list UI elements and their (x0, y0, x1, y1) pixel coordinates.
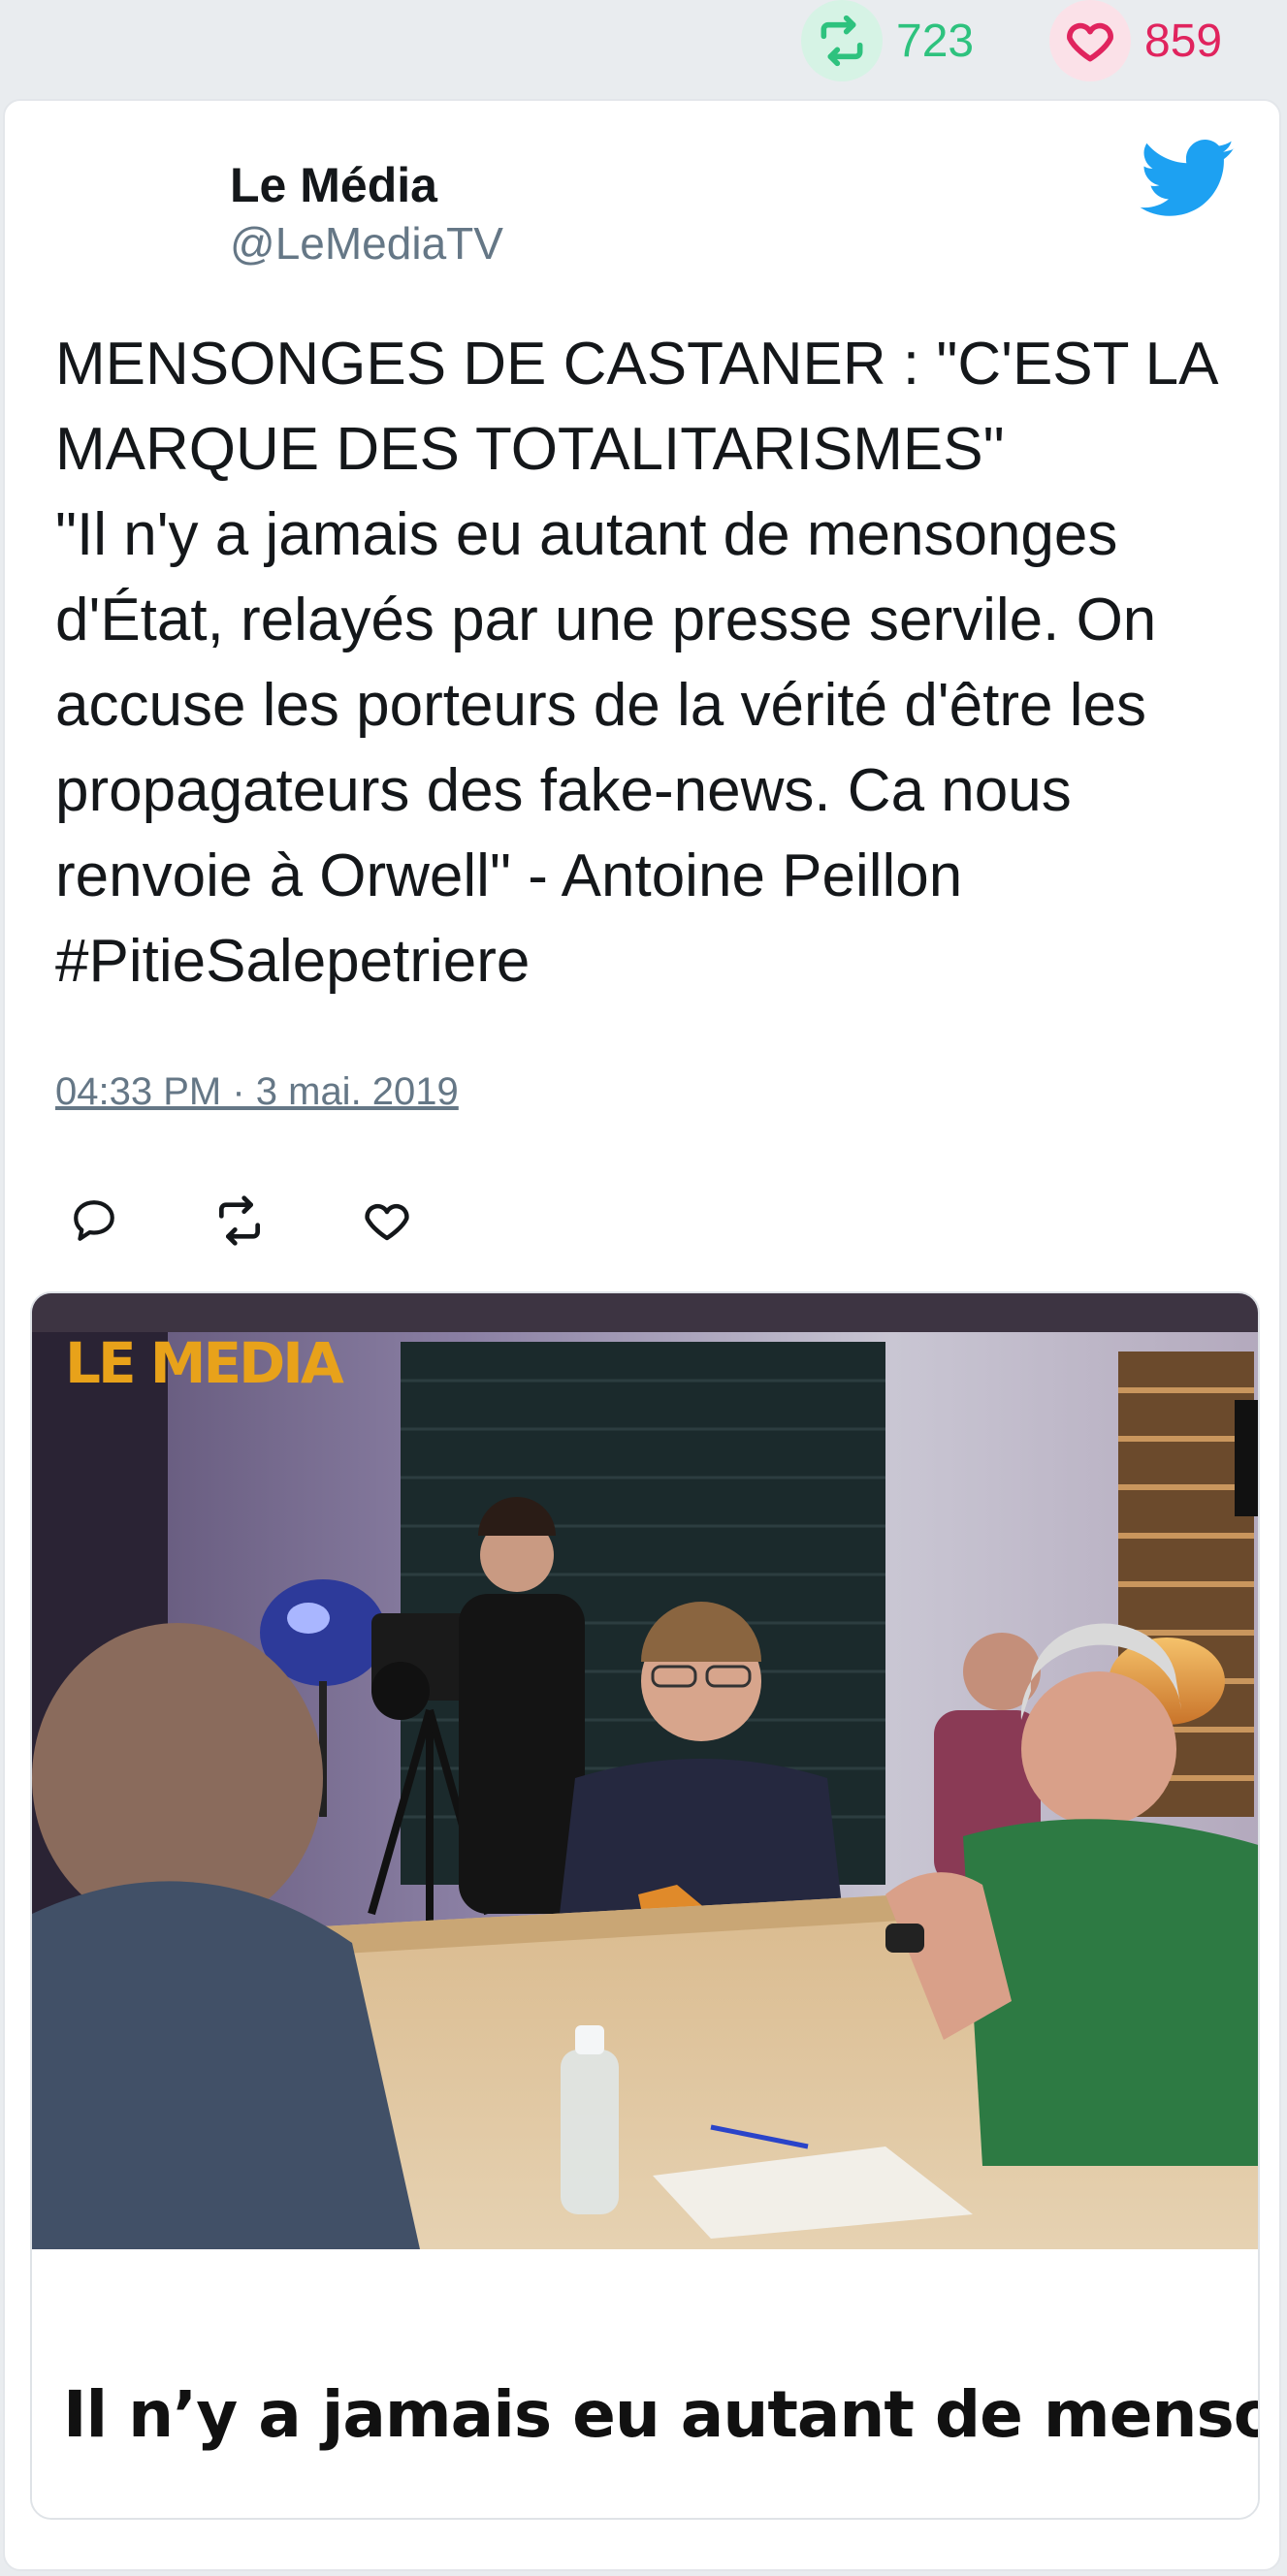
twitter-bird-icon[interactable] (1140, 140, 1237, 219)
like-icon (361, 1194, 413, 1252)
tweet-media[interactable]: LE MEDIA Il n’y a jamais eu autant de me… (30, 1291, 1260, 2520)
video-caption: Il n’y a jamais eu autant de mensonges, (63, 2377, 1260, 2452)
retweet-icon (801, 0, 883, 81)
tweet-card: Le Média @LeMediaTV MENSONGES DE CASTANE… (3, 99, 1281, 2571)
le-media-logo: LE MEDIA (65, 1330, 344, 1396)
engagement-stats: 723 859 (0, 0, 1287, 97)
tweet-text: MENSONGES DE CASTANER : "C'EST LA MARQUE… (55, 331, 1216, 995)
like-count: 859 (1144, 15, 1223, 67)
tweet-timestamp[interactable]: 04:33 PM · 3 mai. 2019 (55, 1070, 459, 1114)
video-caption-band: Il n’y a jamais eu autant de mensonges, (32, 2249, 1260, 2518)
page: 723 859 Le Média @LeMediaTV MENSONGES DE… (0, 0, 1287, 2576)
retweet-icon (212, 1193, 267, 1253)
like-stat[interactable]: 859 (1049, 0, 1223, 81)
like-button[interactable] (348, 1184, 426, 1261)
author-handle[interactable]: @LeMediaTV (230, 217, 503, 270)
retweet-stat[interactable]: 723 (801, 0, 975, 81)
retweet-count: 723 (896, 15, 975, 67)
tweet-actions (55, 1184, 540, 1261)
author-name[interactable]: Le Média (230, 157, 437, 213)
retweet-button[interactable] (201, 1184, 278, 1261)
reply-icon (70, 1196, 118, 1250)
video-frame (32, 1293, 1258, 2249)
reply-button[interactable] (55, 1184, 133, 1261)
heart-icon (1049, 0, 1131, 81)
